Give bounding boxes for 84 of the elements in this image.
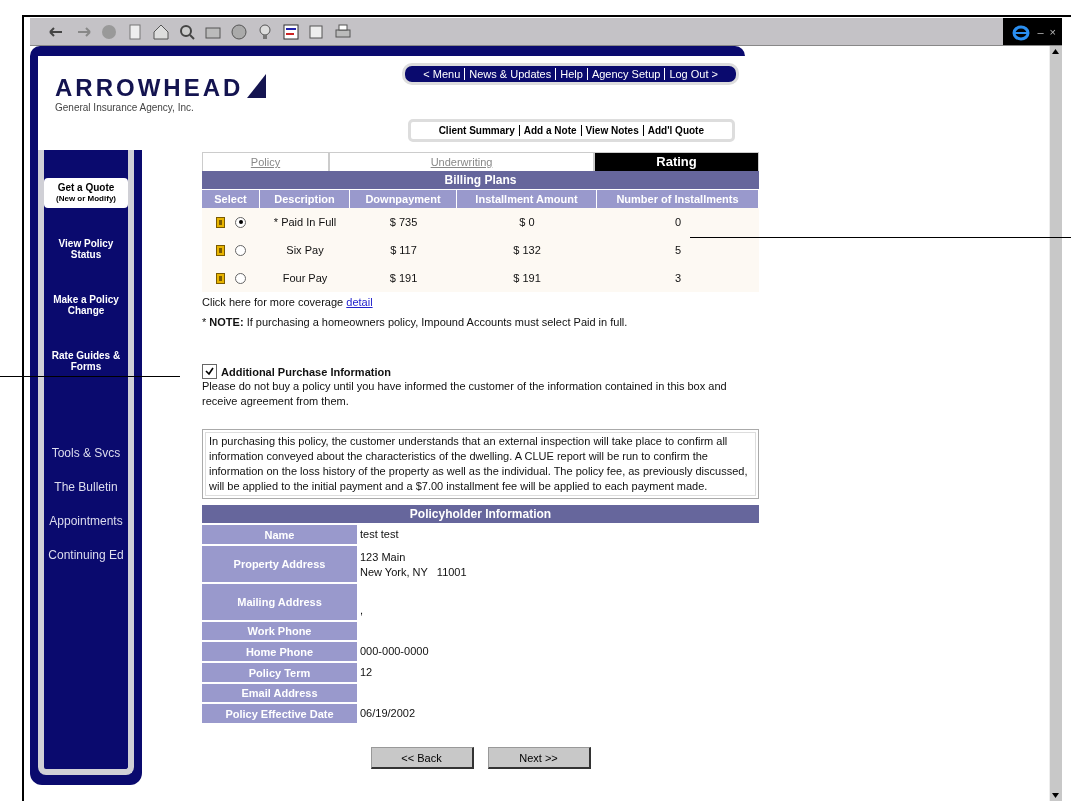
policyholder-title: Policyholder Information — [202, 505, 759, 523]
home-icon[interactable] — [152, 22, 170, 41]
table-cell: $ 0 — [519, 216, 535, 228]
edit-icon[interactable] — [308, 22, 326, 41]
info-icon[interactable] — [216, 244, 225, 256]
tab[interactable]: Underwriting — [329, 152, 594, 171]
print-icon[interactable] — [334, 22, 352, 41]
info-icon[interactable] — [216, 272, 225, 284]
menu-link[interactable]: Agency Setup — [586, 68, 665, 80]
table-cell: 5 — [674, 244, 682, 256]
sidebar-link[interactable]: Continuing Ed — [36, 548, 136, 562]
field-label: Property Address — [202, 544, 357, 582]
tab[interactable]: Rating — [594, 152, 759, 171]
sidebar-button[interactable]: Make a Policy Change — [44, 290, 128, 320]
arrowhead-icon — [247, 74, 268, 98]
sidebar-link[interactable]: Tools & Svcs — [36, 446, 136, 460]
field-label: Name — [202, 523, 357, 544]
field-label: Home Phone — [202, 640, 357, 661]
table-cell: $ 735 — [389, 216, 418, 228]
menu-link[interactable]: < Menu — [419, 68, 465, 80]
column-header: Installment Amount — [457, 189, 597, 208]
table-cell: $ 117 — [390, 244, 417, 256]
client-link[interactable]: Client Summary — [434, 125, 519, 136]
column-header: Number of Installments — [597, 189, 759, 208]
client-link[interactable]: Add a Note — [518, 125, 581, 136]
field-value: 000-000-0000 — [360, 644, 430, 659]
note-text: *NOTE: If purchasing a homeowners policy, Impound Accounts must select Paid in full. — [202, 316, 629, 328]
sidebar-button[interactable]: Rate Guides & Forms — [44, 346, 128, 376]
coverage-text: Click here for more coverage — [202, 296, 345, 308]
field-value: 12 — [360, 665, 374, 680]
field-value: , — [360, 603, 365, 618]
instruction-text: Please do not buy a policy until you have informed the customer of the information contained in this box and receive agreement from them. — [202, 379, 728, 409]
table-cell: 0 — [674, 216, 682, 228]
scrollbar[interactable] — [1049, 46, 1062, 801]
column-header: Description — [260, 189, 350, 208]
detail-link[interactable]: detail — [346, 296, 373, 308]
table-cell: $ 132 — [513, 244, 541, 256]
plan-radio[interactable] — [235, 216, 246, 228]
search-icon[interactable] — [178, 22, 196, 41]
sidebar-link[interactable]: Appointments — [36, 514, 136, 528]
back-button[interactable]: << Back — [370, 747, 474, 769]
scroll-up-icon[interactable] — [1052, 49, 1059, 54]
table-cell: * Paid In Full — [273, 216, 337, 228]
field-label: Policy Effective Date — [202, 702, 357, 723]
logo-tagline: General Insurance Agency, Inc. — [55, 102, 195, 113]
field-label: Mailing Address — [202, 582, 357, 620]
close-button[interactable]: × — [1049, 25, 1056, 38]
minimize-button[interactable]: – — [1037, 25, 1044, 38]
sidebar-link[interactable]: The Bulletin — [36, 480, 136, 494]
field-value: 123 Main — [360, 550, 407, 565]
field-label: Email Address — [202, 682, 357, 702]
table-cell: Four Pay — [282, 272, 328, 284]
billing-plans-title: Billing Plans — [202, 171, 759, 189]
tab[interactable]: Policy — [202, 152, 329, 171]
lightbulb-icon[interactable] — [256, 22, 274, 41]
plan-radio[interactable] — [235, 272, 246, 284]
field-label: Policy Term — [202, 661, 357, 682]
field-value: test test — [360, 527, 400, 542]
disclosure-text: In purchasing this policy, the customer understands that an external inspection will take place to confirm all information conveyed about the characteristics of the dwelling. A CLUE report will be run to confirm the information on the loss history of the property as well as the individual. The policy fee, as previously discussed, will be applied to the initial payment and a $7.00 installment fee will be applied to each payment made. — [202, 429, 759, 499]
window-icon[interactable] — [282, 22, 300, 41]
menu-link[interactable]: Help — [555, 68, 587, 80]
sidebar-button[interactable]: Get a Quote (New or Modify) — [44, 178, 128, 208]
field-label: Work Phone — [202, 620, 357, 640]
checkbox-label: Additional Purchase Information — [221, 365, 391, 378]
next-button[interactable]: Next >> — [487, 747, 591, 769]
table-cell: Six Pay — [286, 244, 324, 256]
client-link[interactable]: Add'l Quote — [642, 125, 708, 136]
field-value: New York, NY 11001 — [360, 565, 468, 580]
table-cell: $ 191 — [389, 272, 418, 284]
logo-name: ARROWHEAD — [55, 74, 244, 102]
table-cell: 3 — [674, 272, 682, 284]
globe-icon[interactable] — [230, 22, 248, 41]
menu-link[interactable]: Log Out > — [664, 68, 722, 80]
client-link[interactable]: View Notes — [580, 125, 643, 136]
column-header: Select — [202, 189, 260, 208]
menu-link[interactable]: News & Updates — [464, 68, 556, 80]
table-cell: $ 191 — [513, 272, 541, 284]
info-icon[interactable] — [216, 216, 225, 228]
plan-radio[interactable] — [235, 244, 246, 256]
column-header: Downpayment — [350, 189, 457, 208]
checkbox[interactable] — [202, 364, 217, 379]
field-value: 06/19/2002 — [360, 706, 417, 721]
sidebar-button[interactable]: View Policy Status — [44, 234, 128, 264]
scroll-down-icon[interactable] — [1052, 793, 1059, 798]
